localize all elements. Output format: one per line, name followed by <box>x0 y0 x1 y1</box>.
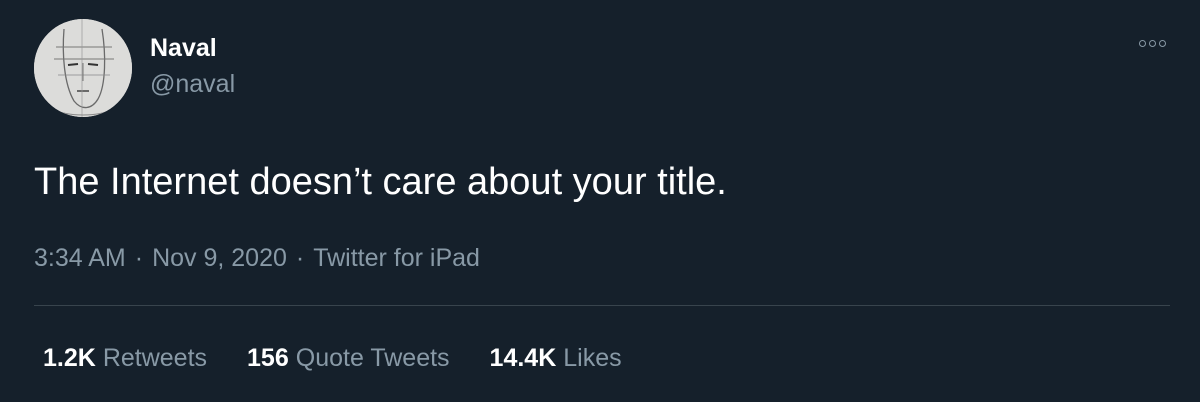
tweet-source[interactable]: Twitter for iPad <box>313 244 480 272</box>
retweets-count: 1.2K <box>43 344 96 372</box>
more-dot <box>1139 40 1146 47</box>
likes-count: 14.4K <box>489 344 557 372</box>
more-dot <box>1149 40 1156 47</box>
author-names: Naval @naval <box>150 32 235 100</box>
avatar[interactable] <box>34 19 132 117</box>
tweet-time[interactable]: 3:34 AM <box>34 244 126 272</box>
meta-separator: · <box>134 244 144 272</box>
likes-stat[interactable]: 14.4K Likes <box>490 340 622 376</box>
author-handle[interactable]: @naval <box>150 68 235 100</box>
retweets-label: Retweets <box>102 344 208 372</box>
retweets-stat[interactable]: 1.2K Retweets <box>43 340 207 376</box>
tweet-meta: 3:34 AM · Nov 9, 2020 · Twitter for iPad <box>34 240 480 276</box>
more-options-icon[interactable] <box>1139 40 1166 47</box>
tweet-header: Naval @naval <box>34 19 235 117</box>
divider <box>34 305 1170 306</box>
quote-tweets-stat[interactable]: 156 Quote Tweets <box>247 340 450 376</box>
quote-tweets-label: Quote Tweets <box>295 344 450 372</box>
author-display-name[interactable]: Naval <box>150 32 235 64</box>
tweet-card: Naval @naval The Internet doesn’t care a… <box>0 0 1200 402</box>
quote-tweets-count: 156 <box>247 344 289 372</box>
tweet-text: The Internet doesn’t care about your tit… <box>34 161 727 203</box>
sketch-face-avatar-icon <box>34 19 132 117</box>
meta-separator: · <box>295 244 305 272</box>
more-dot <box>1159 40 1166 47</box>
tweet-stats: 1.2K Retweets 156 Quote Tweets 14.4K Likes <box>43 340 622 376</box>
tweet-date[interactable]: Nov 9, 2020 <box>152 244 287 272</box>
likes-label: Likes <box>563 344 622 372</box>
